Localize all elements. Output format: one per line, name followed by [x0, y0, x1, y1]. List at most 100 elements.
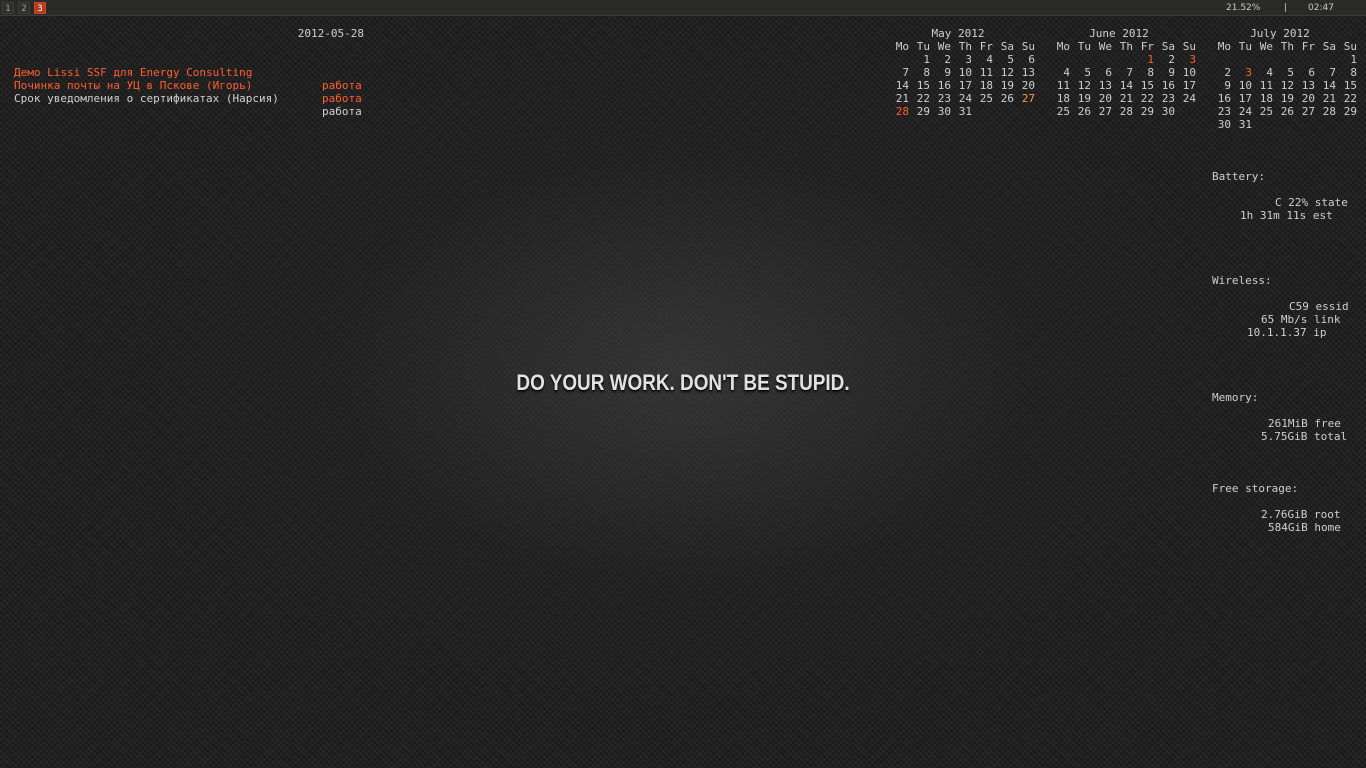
calendar-day: 9 [944, 66, 951, 79]
calendar-title: July 2012 [1250, 27, 1310, 40]
calendar-day: 26 [1000, 92, 1014, 105]
calendar-day: 27 [1021, 92, 1035, 105]
wireless-widget: Wireless: C59 essid 65 Mb/s link 10.1.1.… [1212, 274, 1352, 344]
calendar-day: 24 [1238, 105, 1252, 118]
calendar-day: 10 [958, 66, 972, 79]
calendar-week-row: 1 2 3 [1049, 53, 1196, 66]
workspace-1-button[interactable]: 1 [2, 2, 14, 14]
calendar-day: 9 [1168, 66, 1175, 79]
task-tag: работа [322, 92, 362, 105]
calendar-day: 15 [1343, 79, 1357, 92]
calendar-day: 22 [916, 92, 930, 105]
calendar-day: 25 [979, 92, 993, 105]
calendar-day: 5 [1287, 66, 1294, 79]
calendar-day: 12 [1000, 66, 1014, 79]
bar-separator: | [1284, 3, 1288, 13]
calendar-day: 14 [1322, 79, 1336, 92]
storage-heading: Free storage: [1212, 482, 1299, 495]
memory-total: 5.75GiB total [1261, 430, 1348, 443]
calendar-day: 19 [1000, 79, 1014, 92]
workspace-2-button[interactable]: 2 [18, 2, 30, 14]
calendar-day: 19 [1077, 92, 1091, 105]
calendar-day: 11 [1056, 79, 1070, 92]
calendar-day: 15 [916, 79, 930, 92]
calendar-week-row: 16 17 18 19 20 21 22 [1210, 92, 1357, 105]
calendar-day: 23 [1161, 92, 1175, 105]
calendar-title: June 2012 [1089, 27, 1149, 40]
calendar-day: 31 [958, 105, 972, 118]
workspace-3-button[interactable]: 3 [34, 2, 46, 14]
calendar-week-row: 18 19 20 21 22 23 24 [1049, 92, 1196, 105]
calendar-day: 10 [1182, 66, 1196, 79]
task-name: Срок уведомления о сертификатах (Нарсия) [14, 92, 279, 105]
battery-state: C 22% state [1275, 196, 1348, 209]
calendar-week-row: 1 2 3 4 5 6 [888, 53, 1035, 66]
calendar-weekday-row: Mo Tu We Th Fr Sa Su [1049, 40, 1196, 53]
calendar-day: 16 [1161, 79, 1175, 92]
calendar-day: 14 [895, 79, 909, 92]
calendar-week-row: 1 [1210, 53, 1357, 66]
calendar-day: 25 [1056, 105, 1070, 118]
calendar-day: 20 [1098, 92, 1112, 105]
calendar-day: 2 [944, 53, 951, 66]
weekday-label: We [937, 40, 951, 53]
calendar-day: 10 [1238, 79, 1252, 92]
weekday-label: Tu [1077, 40, 1091, 53]
calendar-day: 2 [1224, 66, 1231, 79]
weekday-label: Sa [1322, 40, 1336, 53]
calendar-day: 4 [1063, 66, 1070, 79]
weekday-label: Th [1280, 40, 1294, 53]
calendar-day: 12 [1280, 79, 1294, 92]
calendar-day: 1 [1350, 53, 1357, 66]
clock[interactable]: 02:47 [1308, 0, 1334, 16]
calendar-day: 17 [958, 79, 972, 92]
calendar-day: 3 [965, 53, 972, 66]
wireless-heading: Wireless: [1212, 274, 1272, 287]
weekday-label: Tu [1238, 40, 1252, 53]
calendar-day: 27 [1301, 105, 1315, 118]
calendar-day: 16 [937, 79, 951, 92]
calendar-day: 9 [1224, 79, 1231, 92]
calendar-week-row: 11 12 13 14 15 16 17 [1049, 79, 1196, 92]
calendar-day: 21 [1119, 92, 1133, 105]
calendar-day: 29 [1140, 105, 1154, 118]
weekday-label: Th [958, 40, 972, 53]
wallpaper-slogan: DO YOUR WORK. DON'T BE STUPID. [516, 370, 850, 395]
weekday-label: Su [1343, 40, 1357, 53]
calendar-week-row: 9 10 11 12 13 14 15 [1210, 79, 1357, 92]
calendar-day: 3 [1189, 53, 1196, 66]
calendar-day: 5 [1007, 53, 1014, 66]
weekday-label: Th [1119, 40, 1133, 53]
weekday-label: Mo [1217, 40, 1231, 53]
weekday-label: Mo [895, 40, 909, 53]
wireless-link: 65 Mb/s link [1261, 313, 1341, 326]
calendar-day: 24 [1182, 92, 1196, 105]
memory-widget: Memory: 261MiB free 5.75GiB total [1212, 391, 1352, 451]
calendar-day: 26 [1077, 105, 1091, 118]
calendar-day: 14 [1119, 79, 1133, 92]
calendar-day: 6 [1028, 53, 1035, 66]
calendar-day: 17 [1238, 92, 1252, 105]
calendar-day: 11 [979, 66, 993, 79]
calendar-day: 11 [1259, 79, 1273, 92]
calendar-day: 27 [1098, 105, 1112, 118]
calendar-day: 6 [1105, 66, 1112, 79]
calendar-day: 30 [1161, 105, 1175, 118]
calendar-week-row: 2 3 4 5 6 7 8 [1210, 66, 1357, 79]
calendar-day: 28 [895, 105, 909, 118]
calendar-day: 7 [1126, 66, 1133, 79]
weekday-label: Fr [979, 40, 993, 53]
calendar-day: 18 [1056, 92, 1070, 105]
storage-home: 584GiB home [1268, 521, 1341, 534]
calendar-day: 20 [1301, 92, 1315, 105]
calendar-day: 4 [986, 53, 993, 66]
calendar-day: 1 [1147, 53, 1154, 66]
calendar-week-row: 14 15 16 17 18 19 20 [888, 79, 1035, 92]
weekday-label: Tu [916, 40, 930, 53]
task-list: 2012-05-28 Демо Lissi SSF для Energy Con… [14, 27, 366, 118]
calendar-weekday-row: Mo Tu We Th Fr Sa Su [1210, 40, 1357, 53]
calendar-day: 31 [1238, 118, 1252, 131]
weekday-label: Sa [1161, 40, 1175, 53]
storage-root: 2.76GiB root [1261, 508, 1341, 521]
battery-widget: Battery: C 22% state 1h 31m 11s est [1212, 170, 1352, 230]
